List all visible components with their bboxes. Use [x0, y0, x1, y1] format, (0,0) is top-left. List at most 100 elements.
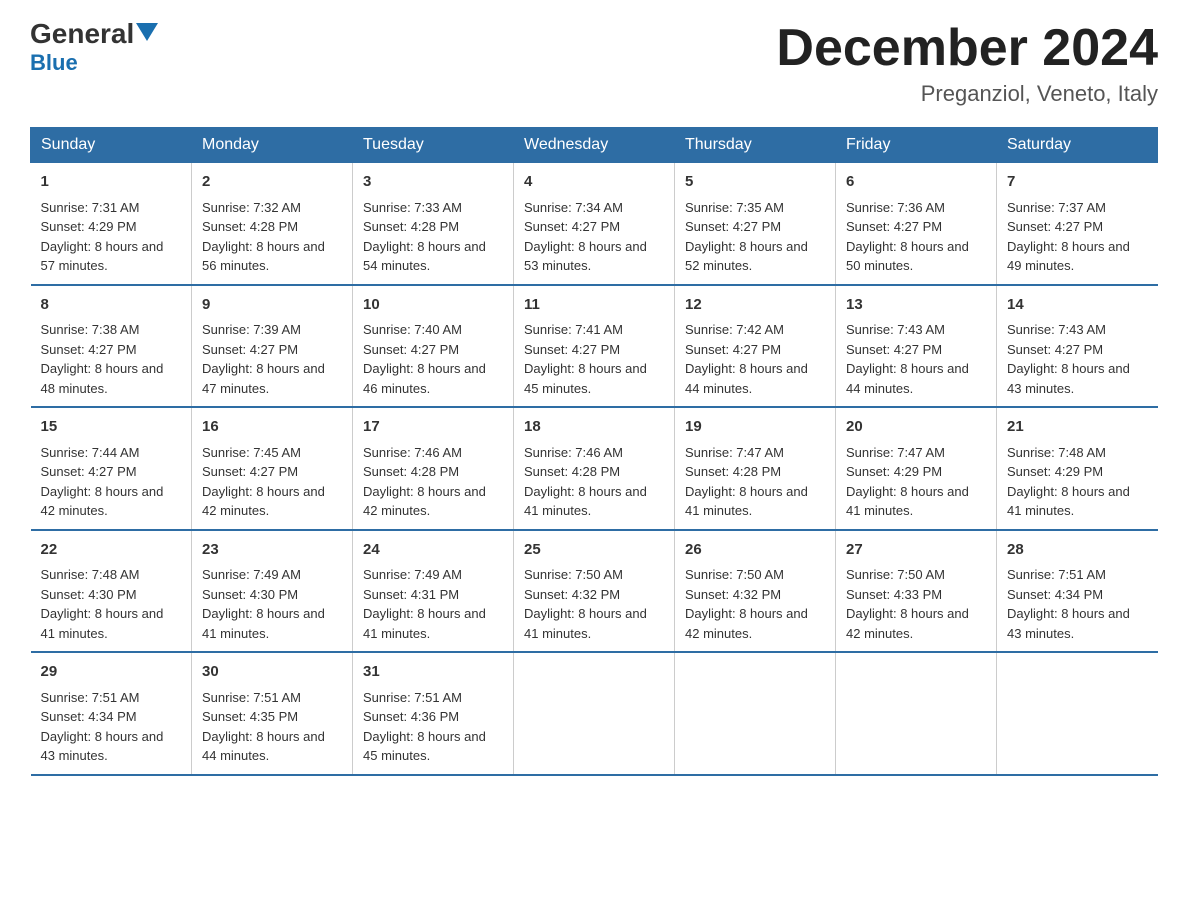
day-number: 7	[1007, 171, 1148, 194]
calendar-cell: 5 Sunrise: 7:35 AMSunset: 4:27 PMDaylight…	[675, 163, 836, 285]
sunrise-text: Sunrise: 7:51 AMSunset: 4:36 PMDaylight:…	[363, 690, 486, 764]
calendar-table: SundayMondayTuesdayWednesdayThursdayFrid…	[30, 127, 1158, 776]
calendar-cell: 17Sunrise: 7:46 AMSunset: 4:28 PMDayligh…	[353, 407, 514, 530]
day-number: 26	[685, 539, 825, 562]
day-number: 28	[1007, 539, 1148, 562]
calendar-header-row: SundayMondayTuesdayWednesdayThursdayFrid…	[31, 128, 1158, 163]
calendar-cell: 20 Sunrise: 7:47 AMSunset: 4:29 PMDayligh…	[836, 407, 997, 530]
calendar-cell	[836, 652, 997, 775]
sunrise-text: Sunrise: 7:46 AMSunset: 4:28 PMDaylight:…	[524, 445, 647, 519]
sunrise-text: Sunrise: 7:37 AMSunset: 4:27 PMDaylight:…	[1007, 200, 1130, 274]
week-row-5: 29 Sunrise: 7:51 AMSunset: 4:34 PMDayligh…	[31, 652, 1158, 775]
page-header: General Blue December 2024 Preganziol, V…	[30, 20, 1158, 107]
day-number: 3	[363, 171, 503, 194]
day-number: 16	[202, 416, 342, 439]
calendar-cell: 9Sunrise: 7:39 AMSunset: 4:27 PMDaylight…	[192, 285, 353, 408]
calendar-cell: 2 Sunrise: 7:32 AMSunset: 4:28 PMDaylight…	[192, 163, 353, 285]
header-sunday: Sunday	[31, 128, 192, 163]
sunrise-text: Sunrise: 7:36 AMSunset: 4:27 PMDaylight:…	[846, 200, 969, 274]
week-row-4: 22Sunrise: 7:48 AMSunset: 4:30 PMDayligh…	[31, 530, 1158, 653]
day-number: 21	[1007, 416, 1148, 439]
week-row-3: 15 Sunrise: 7:44 AMSunset: 4:27 PMDayligh…	[31, 407, 1158, 530]
logo-triangle-icon	[136, 23, 158, 41]
sunrise-text: Sunrise: 7:51 AMSunset: 4:34 PMDaylight:…	[1007, 567, 1130, 641]
day-number: 13	[846, 294, 986, 317]
calendar-cell: 12 Sunrise: 7:42 AMSunset: 4:27 PMDayligh…	[675, 285, 836, 408]
day-number: 30	[202, 661, 342, 684]
sunrise-text: Sunrise: 7:49 AMSunset: 4:31 PMDaylight:…	[363, 567, 486, 641]
sunrise-text: Sunrise: 7:45 AMSunset: 4:27 PMDaylight:…	[202, 445, 325, 519]
calendar-cell: 21 Sunrise: 7:48 AMSunset: 4:29 PMDayligh…	[997, 407, 1158, 530]
week-row-2: 8 Sunrise: 7:38 AMSunset: 4:27 PMDaylight…	[31, 285, 1158, 408]
sunrise-text: Sunrise: 7:41 AMSunset: 4:27 PMDaylight:…	[524, 322, 647, 396]
sunrise-text: Sunrise: 7:50 AMSunset: 4:33 PMDaylight:…	[846, 567, 969, 641]
day-number: 12	[685, 294, 825, 317]
calendar-cell	[997, 652, 1158, 775]
sunrise-text: Sunrise: 7:44 AMSunset: 4:27 PMDaylight:…	[41, 445, 164, 519]
sunrise-text: Sunrise: 7:33 AMSunset: 4:28 PMDaylight:…	[363, 200, 486, 274]
day-number: 10	[363, 294, 503, 317]
sunrise-text: Sunrise: 7:47 AMSunset: 4:29 PMDaylight:…	[846, 445, 969, 519]
calendar-cell: 22Sunrise: 7:48 AMSunset: 4:30 PMDayligh…	[31, 530, 192, 653]
sunrise-text: Sunrise: 7:50 AMSunset: 4:32 PMDaylight:…	[524, 567, 647, 641]
day-number: 18	[524, 416, 664, 439]
calendar-cell: 30 Sunrise: 7:51 AMSunset: 4:35 PMDayligh…	[192, 652, 353, 775]
month-title: December 2024	[776, 20, 1158, 77]
sunrise-text: Sunrise: 7:42 AMSunset: 4:27 PMDaylight:…	[685, 322, 808, 396]
day-number: 1	[41, 171, 182, 194]
calendar-cell: 24 Sunrise: 7:49 AMSunset: 4:31 PMDayligh…	[353, 530, 514, 653]
sunrise-text: Sunrise: 7:32 AMSunset: 4:28 PMDaylight:…	[202, 200, 325, 274]
calendar-cell: 16 Sunrise: 7:45 AMSunset: 4:27 PMDayligh…	[192, 407, 353, 530]
day-number: 27	[846, 539, 986, 562]
calendar-cell: 18 Sunrise: 7:46 AMSunset: 4:28 PMDayligh…	[514, 407, 675, 530]
sunrise-text: Sunrise: 7:47 AMSunset: 4:28 PMDaylight:…	[685, 445, 808, 519]
calendar-cell: 6Sunrise: 7:36 AMSunset: 4:27 PMDaylight…	[836, 163, 997, 285]
day-number: 31	[363, 661, 503, 684]
sunrise-text: Sunrise: 7:49 AMSunset: 4:30 PMDaylight:…	[202, 567, 325, 641]
day-number: 2	[202, 171, 342, 194]
sunrise-text: Sunrise: 7:48 AMSunset: 4:30 PMDaylight:…	[41, 567, 164, 641]
day-number: 4	[524, 171, 664, 194]
title-section: December 2024 Preganziol, Veneto, Italy	[776, 20, 1158, 107]
calendar-cell: 31 Sunrise: 7:51 AMSunset: 4:36 PMDayligh…	[353, 652, 514, 775]
sunrise-text: Sunrise: 7:48 AMSunset: 4:29 PMDaylight:…	[1007, 445, 1130, 519]
sunrise-text: Sunrise: 7:38 AMSunset: 4:27 PMDaylight:…	[41, 322, 164, 396]
calendar-cell: 3 Sunrise: 7:33 AMSunset: 4:28 PMDaylight…	[353, 163, 514, 285]
sunrise-text: Sunrise: 7:51 AMSunset: 4:35 PMDaylight:…	[202, 690, 325, 764]
calendar-cell: 8 Sunrise: 7:38 AMSunset: 4:27 PMDaylight…	[31, 285, 192, 408]
calendar-cell: 26Sunrise: 7:50 AMSunset: 4:32 PMDayligh…	[675, 530, 836, 653]
header-monday: Monday	[192, 128, 353, 163]
calendar-cell: 19 Sunrise: 7:47 AMSunset: 4:28 PMDayligh…	[675, 407, 836, 530]
sunrise-text: Sunrise: 7:31 AMSunset: 4:29 PMDaylight:…	[41, 200, 164, 274]
day-number: 8	[41, 294, 182, 317]
calendar-cell: 27 Sunrise: 7:50 AMSunset: 4:33 PMDayligh…	[836, 530, 997, 653]
day-number: 24	[363, 539, 503, 562]
logo-general: General	[30, 20, 134, 48]
calendar-cell: 15 Sunrise: 7:44 AMSunset: 4:27 PMDayligh…	[31, 407, 192, 530]
sunrise-text: Sunrise: 7:40 AMSunset: 4:27 PMDaylight:…	[363, 322, 486, 396]
calendar-cell: 28 Sunrise: 7:51 AMSunset: 4:34 PMDayligh…	[997, 530, 1158, 653]
sunrise-text: Sunrise: 7:51 AMSunset: 4:34 PMDaylight:…	[41, 690, 164, 764]
day-number: 23	[202, 539, 342, 562]
day-number: 20	[846, 416, 986, 439]
day-number: 19	[685, 416, 825, 439]
week-row-1: 1 Sunrise: 7:31 AMSunset: 4:29 PMDaylight…	[31, 163, 1158, 285]
calendar-cell: 25Sunrise: 7:50 AMSunset: 4:32 PMDayligh…	[514, 530, 675, 653]
sunrise-text: Sunrise: 7:43 AMSunset: 4:27 PMDaylight:…	[1007, 322, 1130, 396]
calendar-cell: 11Sunrise: 7:41 AMSunset: 4:27 PMDayligh…	[514, 285, 675, 408]
sunrise-text: Sunrise: 7:35 AMSunset: 4:27 PMDaylight:…	[685, 200, 808, 274]
calendar-cell: 29 Sunrise: 7:51 AMSunset: 4:34 PMDayligh…	[31, 652, 192, 775]
sunrise-text: Sunrise: 7:34 AMSunset: 4:27 PMDaylight:…	[524, 200, 647, 274]
day-number: 29	[41, 661, 182, 684]
location: Preganziol, Veneto, Italy	[776, 81, 1158, 107]
calendar-cell: 23 Sunrise: 7:49 AMSunset: 4:30 PMDayligh…	[192, 530, 353, 653]
day-number: 5	[685, 171, 825, 194]
calendar-cell: 1 Sunrise: 7:31 AMSunset: 4:29 PMDaylight…	[31, 163, 192, 285]
header-saturday: Saturday	[997, 128, 1158, 163]
header-friday: Friday	[836, 128, 997, 163]
day-number: 15	[41, 416, 182, 439]
day-number: 14	[1007, 294, 1148, 317]
sunrise-text: Sunrise: 7:43 AMSunset: 4:27 PMDaylight:…	[846, 322, 969, 396]
day-number: 17	[363, 416, 503, 439]
calendar-cell: 10 Sunrise: 7:40 AMSunset: 4:27 PMDayligh…	[353, 285, 514, 408]
